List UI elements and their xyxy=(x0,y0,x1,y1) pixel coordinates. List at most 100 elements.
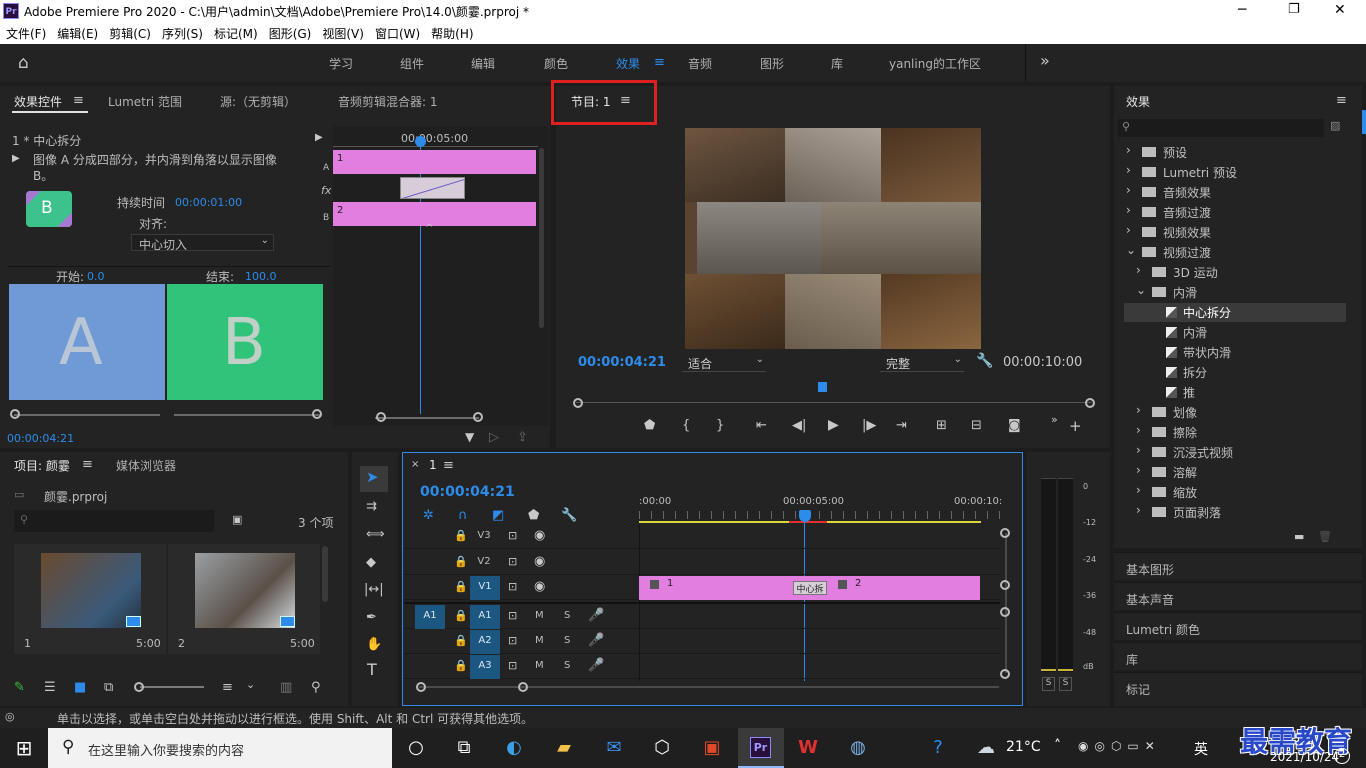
new-bin-icon[interactable]: ▣ xyxy=(232,514,242,525)
menu-edit[interactable]: 编辑(E) xyxy=(51,22,103,42)
workspace-library[interactable]: 库 xyxy=(831,55,843,72)
panel-libraries[interactable]: 库 xyxy=(1114,642,1362,670)
slip-icon[interactable]: |↔| xyxy=(364,583,384,596)
mail-icon[interactable]: ✉ xyxy=(594,728,634,768)
panel-essential-sound[interactable]: 基本声音 xyxy=(1114,582,1362,610)
cortana-icon[interactable]: ○ xyxy=(396,728,436,768)
effects-tree-item[interactable]: › 音频过渡 xyxy=(1124,203,1346,222)
chevron-right-icon[interactable]: › xyxy=(1126,183,1131,197)
solo-button[interactable]: S xyxy=(564,635,570,646)
program-timecode[interactable]: 00:00:04:21 xyxy=(578,355,666,370)
icon-view-icon[interactable]: ■ xyxy=(74,681,86,694)
timeline-v-scroll-mid2-handle[interactable] xyxy=(1000,607,1010,617)
ec-scrollbar[interactable] xyxy=(539,148,544,328)
effects-tree-item[interactable]: 内滑 xyxy=(1124,323,1346,342)
program-scroll-right-handle[interactable] xyxy=(1085,398,1095,408)
ripple-edit-icon[interactable]: ⟺ xyxy=(366,528,385,541)
project-item-2[interactable]: 2 5:00 xyxy=(168,544,320,654)
mute-button[interactable]: M xyxy=(535,635,544,646)
effects-menu-icon[interactable]: ≡ xyxy=(1336,94,1347,107)
menu-view[interactable]: 视图(V) xyxy=(316,22,369,42)
chevron-right-icon[interactable]: › xyxy=(1126,163,1131,177)
lift-icon[interactable]: ⊞ xyxy=(936,419,947,432)
track-label-v2[interactable]: V2 xyxy=(470,556,498,567)
sync-lock-icon[interactable]: ⊡ xyxy=(508,610,517,621)
tray-icons[interactable]: ◉◎⬡▭✕ xyxy=(1078,739,1161,753)
chevron-down-icon[interactable]: ⌄ xyxy=(246,679,255,690)
effects-tree-item[interactable]: › 溶解 xyxy=(1124,463,1346,482)
app-hexagon-icon[interactable]: ⬡ xyxy=(642,728,682,768)
sync-lock-icon[interactable]: ⊡ xyxy=(508,635,517,646)
chevron-right-icon[interactable]: › xyxy=(1136,463,1141,477)
effects-tree-item[interactable]: › Lumetri 预设 xyxy=(1124,163,1346,182)
timeline-v-scroll-mid-handle[interactable] xyxy=(1000,580,1010,590)
effects-tree-item[interactable]: 拆分 xyxy=(1124,363,1346,382)
alignment-dropdown[interactable]: 中心切入 ⌄ xyxy=(131,234,274,252)
project-item-1[interactable]: 1 5:00 xyxy=(14,544,166,654)
program-scroll-left-handle[interactable] xyxy=(573,398,583,408)
home-icon[interactable]: ⌂ xyxy=(18,55,29,72)
tab-media-browser[interactable]: 媒体浏览器 xyxy=(116,457,176,474)
browser-globe-icon[interactable]: ◍ xyxy=(838,728,878,768)
project-menu-icon[interactable]: ≡ xyxy=(82,458,93,471)
effects-search-input[interactable]: ⚲ xyxy=(1118,119,1324,137)
office-icon[interactable]: ▣ xyxy=(692,728,732,768)
menu-help[interactable]: 帮助(H) xyxy=(425,22,478,42)
wrench-icon[interactable]: 🔧 xyxy=(976,354,993,368)
sort-icon[interactable]: ≡ xyxy=(222,681,233,694)
menu-clip[interactable]: 剪辑(C) xyxy=(103,22,156,42)
project-search-input[interactable]: ⚲ xyxy=(14,510,214,532)
track-label-v1[interactable]: V1 xyxy=(470,576,500,600)
track-label-a2[interactable]: A2 xyxy=(470,630,500,654)
panel-markers[interactable]: 标记 xyxy=(1114,672,1362,706)
delete-icon[interactable]: 🗑 xyxy=(1318,531,1332,542)
camera-icon[interactable]: ◙ xyxy=(1008,419,1021,432)
wps-icon[interactable]: W xyxy=(788,728,828,768)
timeline-v-scrollbar[interactable] xyxy=(1005,533,1007,673)
expand-arrow-icon[interactable]: ▶ xyxy=(315,133,323,143)
freeform-view-icon[interactable]: ⧉ xyxy=(104,681,113,694)
timeline-v-scroll-top-handle[interactable] xyxy=(1000,528,1010,538)
sequence-menu-icon[interactable]: ≡ xyxy=(443,459,454,472)
menu-file[interactable]: 文件(F) xyxy=(0,22,51,42)
end-slider[interactable] xyxy=(174,414,320,416)
menu-sequence[interactable]: 序列(S) xyxy=(156,22,208,42)
zoom-slider[interactable] xyxy=(140,686,204,688)
end-value[interactable]: 100.0 xyxy=(245,270,277,283)
ime-indicator[interactable]: 英 xyxy=(1194,739,1208,759)
workspace-audio[interactable]: 音频 xyxy=(688,55,712,72)
search-icon[interactable]: ⚲ xyxy=(311,681,321,694)
more-controls-icon[interactable]: » xyxy=(1051,414,1058,425)
workspace-color[interactable]: 颜色 xyxy=(544,55,568,72)
menu-marker[interactable]: 标记(M) xyxy=(208,22,263,42)
chevron-right-icon[interactable]: › xyxy=(1136,443,1141,457)
zoom-slider-handle[interactable] xyxy=(134,682,144,692)
tab-project[interactable]: 项目: 颜霎 xyxy=(14,457,70,474)
track-label-a1[interactable]: A1 xyxy=(470,605,500,629)
more-workspaces-icon[interactable]: » xyxy=(1040,53,1050,69)
panel-menu-icon[interactable]: ≡ xyxy=(73,94,84,107)
maximize-button[interactable]: ❐ xyxy=(1288,2,1300,17)
extract-icon[interactable]: ⊟ xyxy=(971,419,982,432)
eye-icon[interactable]: ◉ xyxy=(534,580,545,593)
end-slider-handle[interactable] xyxy=(312,409,322,419)
effects-tree-item[interactable]: › 页面剥落 xyxy=(1124,503,1346,522)
effect-controls-timecode[interactable]: 00:00:04:21 xyxy=(7,432,74,445)
hand-icon[interactable]: ✋ xyxy=(366,638,382,651)
microphone-icon[interactable]: 🎤 xyxy=(588,634,604,647)
ec-h-scroll[interactable] xyxy=(375,417,479,419)
new-bin-icon[interactable]: ▬ xyxy=(1294,531,1304,542)
workspace-effects[interactable]: 效果 xyxy=(616,55,640,72)
chevron-right-icon[interactable]: › xyxy=(1136,403,1141,417)
sync-lock-icon[interactable]: ⊡ xyxy=(508,660,517,671)
track-label-v3[interactable]: V3 xyxy=(470,530,498,541)
start-value[interactable]: 0.0 xyxy=(87,270,105,283)
effects-tree-item[interactable]: › 擦除 xyxy=(1124,423,1346,442)
taskbar-date[interactable]: 2021/10/24 xyxy=(1270,750,1339,764)
selection-tool-icon[interactable]: ➤ xyxy=(366,470,379,485)
ec-transition-block[interactable] xyxy=(400,177,465,199)
ec-playhead-handle[interactable] xyxy=(415,136,426,147)
linked-selection-icon[interactable]: ◩ xyxy=(492,509,504,522)
chevron-right-icon[interactable]: › xyxy=(1126,203,1131,217)
lock-icon[interactable]: 🔒 xyxy=(454,581,468,592)
